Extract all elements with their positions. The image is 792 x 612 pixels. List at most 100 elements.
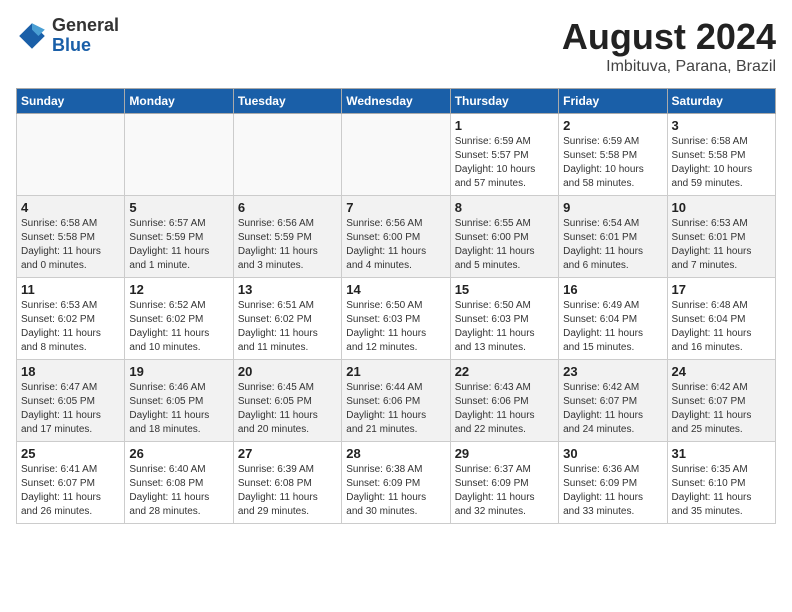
page-header: General Blue August 2024 Imbituva, Paran… — [16, 16, 776, 76]
day-number: 2 — [563, 118, 662, 133]
day-info: Sunrise: 6:50 AMSunset: 6:03 PMDaylight:… — [455, 299, 554, 355]
calendar-cell: 28 Sunrise: 6:38 AMSunset: 6:09 PMDayligh… — [342, 442, 450, 524]
weekday-header-row: SundayMondayTuesdayWednesdayThursdayFrid… — [17, 89, 776, 114]
day-info: Sunrise: 6:42 AMSunset: 6:07 PMDaylight:… — [563, 381, 662, 437]
logo-blue-text: Blue — [52, 36, 119, 56]
day-info: Sunrise: 6:48 AMSunset: 6:04 PMDaylight:… — [672, 299, 771, 355]
day-info: Sunrise: 6:58 AMSunset: 5:58 PMDaylight:… — [21, 217, 120, 273]
calendar-cell: 17 Sunrise: 6:48 AMSunset: 6:04 PMDayligh… — [667, 278, 775, 360]
weekday-header-thursday: Thursday — [450, 89, 558, 114]
calendar-cell: 23Sunrise: 6:42 AMSunset: 6:07 PMDayligh… — [559, 360, 667, 442]
day-number: 7 — [346, 200, 445, 215]
day-number: 1 — [455, 118, 554, 133]
day-info: Sunrise: 6:37 AMSunset: 6:09 PMDaylight:… — [455, 463, 554, 519]
calendar-cell: 26 Sunrise: 6:40 AMSunset: 6:08 PMDayligh… — [125, 442, 233, 524]
calendar-location: Imbituva, Parana, Brazil — [562, 58, 776, 76]
day-number: 8 — [455, 200, 554, 215]
weekday-header-monday: Monday — [125, 89, 233, 114]
day-number: 31 — [672, 446, 771, 461]
day-number: 10 — [672, 200, 771, 215]
day-number: 17 — [672, 282, 771, 297]
day-info: Sunrise: 6:47 AMSunset: 6:05 PMDaylight:… — [21, 381, 120, 437]
weekday-header-wednesday: Wednesday — [342, 89, 450, 114]
day-number: 19 — [129, 364, 228, 379]
day-number: 11 — [21, 282, 120, 297]
calendar-cell: 31 Sunrise: 6:35 AMSunset: 6:10 PMDayligh… — [667, 442, 775, 524]
day-number: 28 — [346, 446, 445, 461]
calendar-cell: 20 Sunrise: 6:45 AMSunset: 6:05 PMDayligh… — [233, 360, 341, 442]
day-number: 26 — [129, 446, 228, 461]
day-number: 22 — [455, 364, 554, 379]
day-number: 25 — [21, 446, 120, 461]
calendar-cell: 16 Sunrise: 6:49 AMSunset: 6:04 PMDayligh… — [559, 278, 667, 360]
weekday-header-sunday: Sunday — [17, 89, 125, 114]
calendar-cell: 14Sunrise: 6:50 AMSunset: 6:03 PMDayligh… — [342, 278, 450, 360]
calendar-title: August 2024 — [562, 16, 776, 58]
calendar-cell: 7 Sunrise: 6:56 AMSunset: 6:00 PMDaylight… — [342, 196, 450, 278]
calendar-cell: 8 Sunrise: 6:55 AMSunset: 6:00 PMDaylight… — [450, 196, 558, 278]
day-info: Sunrise: 6:57 AMSunset: 5:59 PMDaylight:… — [129, 217, 228, 273]
day-info: Sunrise: 6:46 AMSunset: 6:05 PMDaylight:… — [129, 381, 228, 437]
day-number: 12 — [129, 282, 228, 297]
day-number: 13 — [238, 282, 337, 297]
day-number: 20 — [238, 364, 337, 379]
calendar-cell: 30 Sunrise: 6:36 AMSunset: 6:09 PMDayligh… — [559, 442, 667, 524]
calendar-cell: 27Sunrise: 6:39 AMSunset: 6:08 PMDayligh… — [233, 442, 341, 524]
day-info: Sunrise: 6:55 AMSunset: 6:00 PMDaylight:… — [455, 217, 554, 273]
day-number: 5 — [129, 200, 228, 215]
calendar-cell: 12 Sunrise: 6:52 AMSunset: 6:02 PMDayligh… — [125, 278, 233, 360]
day-info: Sunrise: 6:42 AMSunset: 6:07 PMDaylight:… — [672, 381, 771, 437]
day-number: 18 — [21, 364, 120, 379]
logo-general-text: General — [52, 16, 119, 36]
title-block: August 2024 Imbituva, Parana, Brazil — [562, 16, 776, 76]
day-info: Sunrise: 6:36 AMSunset: 6:09 PMDaylight:… — [563, 463, 662, 519]
logo-icon — [16, 20, 48, 52]
day-info: Sunrise: 6:53 AMSunset: 6:01 PMDaylight:… — [672, 217, 771, 273]
weekday-header-tuesday: Tuesday — [233, 89, 341, 114]
calendar-cell — [17, 114, 125, 196]
calendar-cell: 4 Sunrise: 6:58 AMSunset: 5:58 PMDaylight… — [17, 196, 125, 278]
week-row-2: 4 Sunrise: 6:58 AMSunset: 5:58 PMDaylight… — [17, 196, 776, 278]
day-info: Sunrise: 6:38 AMSunset: 6:09 PMDaylight:… — [346, 463, 445, 519]
day-info: Sunrise: 6:50 AMSunset: 6:03 PMDaylight:… — [346, 299, 445, 355]
calendar-cell: 1Sunrise: 6:59 AMSunset: 5:57 PMDaylight… — [450, 114, 558, 196]
day-number: 3 — [672, 118, 771, 133]
day-info: Sunrise: 6:39 AMSunset: 6:08 PMDaylight:… — [238, 463, 337, 519]
calendar-cell: 24 Sunrise: 6:42 AMSunset: 6:07 PMDayligh… — [667, 360, 775, 442]
day-info: Sunrise: 6:35 AMSunset: 6:10 PMDaylight:… — [672, 463, 771, 519]
week-row-5: 25Sunrise: 6:41 AMSunset: 6:07 PMDayligh… — [17, 442, 776, 524]
day-number: 16 — [563, 282, 662, 297]
day-info: Sunrise: 6:56 AMSunset: 6:00 PMDaylight:… — [346, 217, 445, 273]
day-info: Sunrise: 6:44 AMSunset: 6:06 PMDaylight:… — [346, 381, 445, 437]
calendar-cell: 15Sunrise: 6:50 AMSunset: 6:03 PMDayligh… — [450, 278, 558, 360]
day-number: 24 — [672, 364, 771, 379]
calendar-cell: 5 Sunrise: 6:57 AMSunset: 5:59 PMDaylight… — [125, 196, 233, 278]
day-info: Sunrise: 6:45 AMSunset: 6:05 PMDaylight:… — [238, 381, 337, 437]
day-info: Sunrise: 6:52 AMSunset: 6:02 PMDaylight:… — [129, 299, 228, 355]
calendar-table: SundayMondayTuesdayWednesdayThursdayFrid… — [16, 88, 776, 524]
calendar-cell: 10 Sunrise: 6:53 AMSunset: 6:01 PMDayligh… — [667, 196, 775, 278]
day-number: 30 — [563, 446, 662, 461]
weekday-header-friday: Friday — [559, 89, 667, 114]
calendar-cell: 29Sunrise: 6:37 AMSunset: 6:09 PMDayligh… — [450, 442, 558, 524]
day-info: Sunrise: 6:40 AMSunset: 6:08 PMDaylight:… — [129, 463, 228, 519]
day-info: Sunrise: 6:53 AMSunset: 6:02 PMDaylight:… — [21, 299, 120, 355]
day-info: Sunrise: 6:59 AMSunset: 5:58 PMDaylight:… — [563, 135, 662, 191]
calendar-cell: 18 Sunrise: 6:47 AMSunset: 6:05 PMDayligh… — [17, 360, 125, 442]
calendar-cell: 22Sunrise: 6:43 AMSunset: 6:06 PMDayligh… — [450, 360, 558, 442]
day-info: Sunrise: 6:56 AMSunset: 5:59 PMDaylight:… — [238, 217, 337, 273]
calendar-cell: 3Sunrise: 6:58 AMSunset: 5:58 PMDaylight… — [667, 114, 775, 196]
day-number: 21 — [346, 364, 445, 379]
calendar-cell: 2 Sunrise: 6:59 AMSunset: 5:58 PMDaylight… — [559, 114, 667, 196]
day-info: Sunrise: 6:49 AMSunset: 6:04 PMDaylight:… — [563, 299, 662, 355]
calendar-cell: 6Sunrise: 6:56 AMSunset: 5:59 PMDaylight… — [233, 196, 341, 278]
day-info: Sunrise: 6:54 AMSunset: 6:01 PMDaylight:… — [563, 217, 662, 273]
logo: General Blue — [16, 16, 119, 56]
calendar-cell — [233, 114, 341, 196]
calendar-cell: 21 Sunrise: 6:44 AMSunset: 6:06 PMDayligh… — [342, 360, 450, 442]
calendar-cell — [125, 114, 233, 196]
logo-text: General Blue — [52, 16, 119, 56]
calendar-cell: 13Sunrise: 6:51 AMSunset: 6:02 PMDayligh… — [233, 278, 341, 360]
week-row-4: 18 Sunrise: 6:47 AMSunset: 6:05 PMDayligh… — [17, 360, 776, 442]
day-number: 4 — [21, 200, 120, 215]
